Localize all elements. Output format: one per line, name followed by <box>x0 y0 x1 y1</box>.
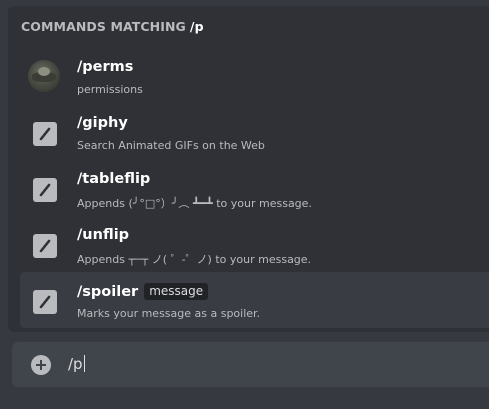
add-attachment-button[interactable] <box>31 355 51 375</box>
command-autocomplete-popup: COMMANDS MATCHING/p /perms permissions /… <box>8 6 489 332</box>
command-description: Appends (╯°□°）╯︵ ┻━┻ to your message. <box>77 197 312 210</box>
slash-command-icon <box>33 178 57 202</box>
command-item-giphy[interactable]: /giphy Search Animated GIFs on the Web <box>20 104 489 160</box>
header-label: COMMANDS MATCHING <box>21 19 186 34</box>
slash-command-icon <box>33 290 57 314</box>
text-caret <box>83 355 85 372</box>
message-input-bar: /p <box>12 342 489 387</box>
command-name: /giphy <box>77 115 128 131</box>
command-description: Search Animated GIFs on the Web <box>77 139 265 152</box>
bot-avatar <box>28 60 60 92</box>
param-badge: message <box>144 283 209 300</box>
command-description: Appends ┬─┬ ノ( ゜-゜ノ) to your message. <box>77 253 312 266</box>
slash-command-icon <box>33 234 57 258</box>
command-item-unflip[interactable]: /unflip Appends ┬─┬ ノ( ゜-゜ノ) to your mes… <box>20 216 489 272</box>
header-query: /p <box>189 19 204 34</box>
autocomplete-header: COMMANDS MATCHING/p <box>21 19 204 34</box>
command-name: /spoiler message <box>77 283 209 300</box>
command-item-spoiler[interactable]: /spoiler message Marks your message as a … <box>20 272 489 328</box>
message-input[interactable]: /p <box>68 355 85 373</box>
command-description: Marks your message as a spoiler. <box>77 307 261 320</box>
command-name: /tableflip <box>77 171 151 187</box>
message-input-value: /p <box>68 355 83 373</box>
command-item-perms[interactable]: /perms permissions <box>20 48 489 104</box>
slash-command-icon <box>33 122 57 146</box>
plus-circle-icon <box>31 355 51 375</box>
command-name: /perms <box>77 59 134 75</box>
command-name-text: /spoiler <box>77 284 139 300</box>
command-name: /unflip <box>77 227 130 243</box>
command-item-tableflip[interactable]: /tableflip Appends (╯°□°）╯︵ ┻━┻ to your … <box>20 160 489 216</box>
chat-window: COMMANDS MATCHING/p /perms permissions /… <box>0 0 489 409</box>
command-description: permissions <box>77 83 143 96</box>
